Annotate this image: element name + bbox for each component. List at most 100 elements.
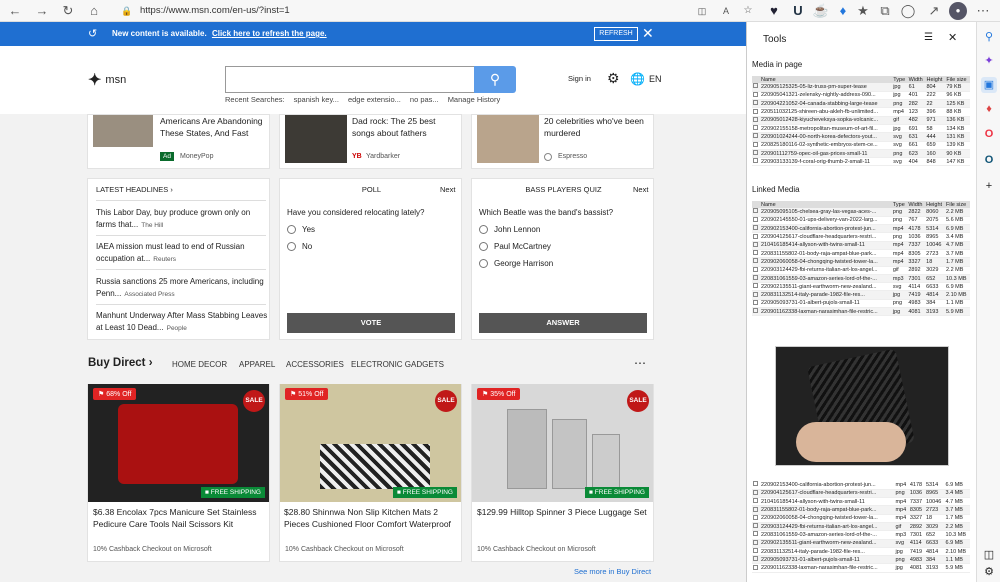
row-checkbox[interactable] (752, 107, 760, 117)
table-row[interactable]: 220831061559-03-amazon-series-lord-of-th… (752, 530, 970, 540)
table-row[interactable]: 220831061559-03-amazon-series-lord-of-th… (752, 274, 970, 284)
table-row[interactable]: 220903124429-fbi-returns-italian-art-los… (752, 266, 970, 275)
radio-icon[interactable] (479, 242, 488, 251)
answer-button[interactable]: ANSWER (479, 313, 647, 333)
row-checkbox[interactable] (752, 530, 760, 540)
search-button[interactable]: ⚲ (474, 66, 516, 93)
column-header[interactable]: Name (760, 201, 892, 208)
checkbox-icon[interactable] (753, 241, 758, 247)
table-row[interactable]: 220905041321-zelensky-nightly-address-09… (752, 91, 970, 101)
row-checkbox[interactable] (752, 99, 760, 109)
headline-item[interactable]: Russia sanctions 25 more Americans, incl… (96, 276, 271, 301)
quiz-next-button[interactable]: Next (633, 185, 648, 194)
row-checkbox[interactable] (752, 307, 760, 317)
category-tab[interactable]: APPAREL (239, 360, 275, 369)
row-checkbox[interactable] (752, 157, 760, 167)
settings-sliders-icon[interactable]: ☰ (924, 32, 933, 43)
table-row[interactable]: 220902060058-04-chongqing-twisted-tower-… (752, 514, 970, 524)
checkbox-icon[interactable] (753, 299, 758, 305)
row-checkbox[interactable] (752, 249, 760, 259)
language-selector[interactable]: 🌐 EN (630, 72, 661, 86)
refresh-link[interactable]: Click here to refresh the page. (212, 29, 327, 38)
poll-option-no[interactable]: No (287, 242, 312, 251)
search-icon[interactable]: ⚲ (981, 29, 997, 45)
quiz-option[interactable]: Paul McCartney (479, 242, 551, 251)
extension-puzzle-icon[interactable]: ♦ (834, 2, 852, 20)
checkbox-icon[interactable] (753, 250, 758, 256)
row-checkbox[interactable] (752, 555, 760, 565)
table-row[interactable]: 220831155802-01-body-raja-ampat-blue-par… (752, 505, 970, 515)
column-header[interactable]: Type (891, 201, 908, 208)
category-tab[interactable]: ACCESSORIES (286, 360, 344, 369)
row-checkbox[interactable] (752, 489, 760, 499)
checkbox-icon[interactable] (753, 291, 758, 297)
table-row[interactable]: 220903124429-fbi-returns-italian-art-los… (752, 522, 970, 532)
table-row[interactable]: 220902155158-metropolitan-museum-of-art-… (752, 124, 970, 134)
table-row[interactable]: 220825180116-02-synthetic-embryos-stem-c… (752, 141, 970, 150)
table-row[interactable]: 220905095105-chelsea-gray-las-vegas-aces… (752, 208, 970, 217)
recent-search-item[interactable]: spanish key... (294, 95, 339, 104)
checkbox-icon[interactable] (753, 506, 758, 512)
row-checkbox[interactable] (752, 282, 760, 292)
table-row[interactable]: 220902135511-giant-earthworm-new-zealand… (752, 539, 970, 548)
table-row[interactable]: 220904125617-cloudflare-headquarters-res… (752, 489, 970, 499)
headline-item[interactable]: This Labor Day, buy produce grown only o… (96, 207, 271, 232)
row-checkbox[interactable] (752, 216, 760, 226)
sign-in-link[interactable]: Sign in (568, 74, 591, 83)
table-row[interactable]: 220905093731-01-albert-pujols-small-11 pn… (752, 555, 970, 565)
add-icon[interactable]: + (981, 178, 997, 194)
checkbox-icon[interactable] (753, 258, 758, 264)
row-checkbox[interactable] (752, 241, 760, 251)
table-row[interactable]: 220904221052-04-canada-stabbing-large-te… (752, 99, 970, 109)
sidebar-layout-icon[interactable]: ◫ (981, 547, 997, 563)
checkbox-icon[interactable] (753, 564, 758, 570)
column-header[interactable]: Name (760, 76, 893, 83)
checkbox-icon[interactable] (753, 514, 758, 520)
gear-icon[interactable]: ⚙ (981, 564, 997, 580)
msn-logo[interactable]: ✦ msn (88, 70, 126, 90)
table-row[interactable]: 210416185414-allyson-with-twins-small-11… (752, 241, 970, 251)
product-title[interactable]: $28.80 Shinnwa Non Slip Kitchen Mats 2 P… (284, 506, 458, 530)
checkbox-icon[interactable] (753, 133, 758, 139)
table-row[interactable]: 220901162338-laxman-narasimhan-file-rest… (752, 563, 970, 573)
category-tab[interactable]: HOME DECOR (172, 360, 227, 369)
checkbox-icon[interactable] (753, 216, 758, 222)
row-checkbox[interactable] (752, 83, 760, 92)
table-row[interactable]: 220901112759-opec-oil-gas-prices-small-1… (752, 149, 970, 159)
profile-avatar-icon[interactable]: ● (949, 2, 967, 20)
product-title[interactable]: $129.99 Hilltop Spinner 3 Piece Luggage … (477, 506, 651, 518)
category-tab[interactable]: ELECTRONIC GADGETS (351, 360, 444, 369)
row-checkbox[interactable] (752, 149, 760, 159)
more-menu-icon[interactable]: ⋯ (974, 2, 992, 20)
story-card[interactable]: Americans Are Abandoning These States, A… (87, 114, 270, 169)
discover-icon[interactable]: ✦ (981, 53, 997, 69)
extension-cup-icon[interactable]: ☕ (812, 2, 830, 20)
row-checkbox[interactable] (752, 266, 760, 275)
checkbox-icon[interactable] (753, 83, 758, 89)
row-checkbox[interactable] (752, 116, 760, 126)
table-row[interactable]: 220902145550-01-ups-delivery-van-2022-la… (752, 216, 970, 226)
quiz-option[interactable]: John Lennon (479, 225, 540, 234)
close-icon[interactable]: ✕ (642, 25, 654, 42)
table-row[interactable]: 220901024244-00-north-korea-defectors-yo… (752, 132, 970, 142)
table-row[interactable]: 220511032125-shireen-abu-akleh-fb-unlimi… (752, 107, 970, 117)
table-row[interactable]: 220903133139-f-coral-orig-thumb-2-small-… (752, 157, 970, 167)
poll-option-yes[interactable]: Yes (287, 225, 315, 234)
row-checkbox[interactable] (752, 497, 760, 507)
column-header[interactable]: Height (925, 76, 946, 83)
row-checkbox[interactable] (752, 563, 760, 573)
row-checkbox[interactable] (752, 232, 760, 242)
table-row[interactable]: 220905093731-01-albert-pujols-small-11 pn… (752, 299, 970, 309)
font-icon[interactable]: A (717, 2, 735, 20)
checkbox-icon[interactable] (753, 266, 758, 272)
table-row[interactable]: 210416185414-allyson-with-twins-small-11… (752, 497, 970, 507)
close-icon[interactable]: ✕ (948, 31, 957, 44)
home-icon[interactable]: ⌂ (85, 2, 103, 20)
checkbox-icon[interactable] (753, 275, 758, 281)
collections-icon[interactable]: ⧉ (876, 2, 894, 20)
favorite-star-icon[interactable]: ☆ (739, 2, 757, 20)
radio-icon[interactable] (479, 225, 488, 234)
checkbox-icon[interactable] (753, 539, 758, 545)
row-checkbox[interactable] (752, 547, 760, 557)
column-header[interactable]: Width (907, 76, 926, 83)
